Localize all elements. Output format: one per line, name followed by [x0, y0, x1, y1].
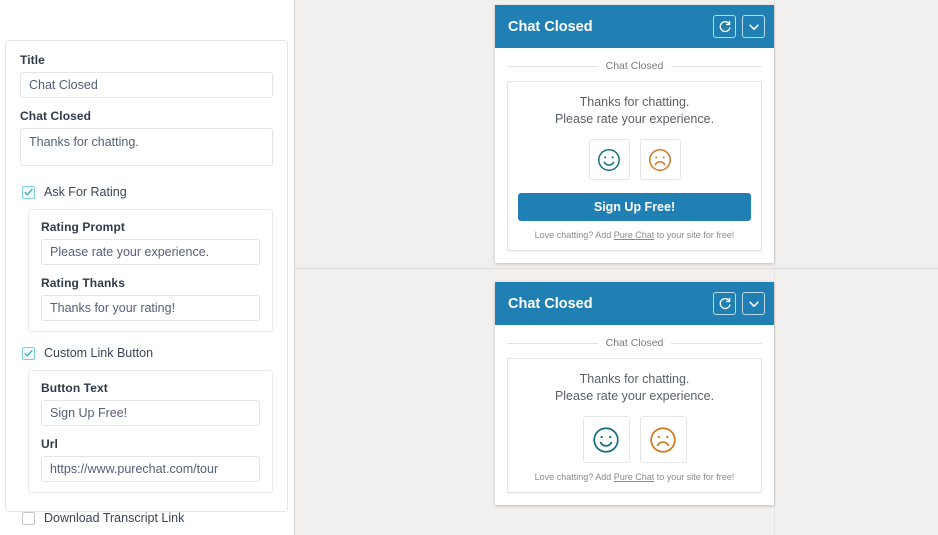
checkbox-checked-icon[interactable] — [22, 346, 35, 360]
ask-for-rating-row[interactable]: Ask For Rating — [22, 185, 273, 199]
preview-row-top-edge — [774, 0, 775, 268]
preview-panel: Chat Closed Chat Closed Thanks for chatt… — [295, 0, 938, 535]
rating-thanks-input[interactable] — [41, 295, 260, 321]
title-field-group: Title — [20, 53, 273, 98]
widget-body: Chat Closed Thanks for chatting. Please … — [495, 325, 774, 505]
widget-title: Chat Closed — [508, 18, 593, 35]
divider-line-left — [507, 65, 598, 67]
download-transcript-label: Download Transcript Link — [44, 511, 185, 525]
message-line-2: Please rate your experience. — [554, 389, 715, 403]
preview-row-top: Chat Closed Chat Closed Thanks for chatt… — [295, 0, 938, 269]
chevron-down-icon[interactable] — [742, 292, 765, 315]
rating-thanks-field-group: Rating Thanks — [41, 276, 260, 321]
divider-line-right — [671, 65, 762, 67]
chat-status-divider: Chat Closed — [507, 60, 762, 72]
rating-thanks-label: Rating Thanks — [41, 276, 125, 290]
preview-row-bottom: Chat Closed Chat Closed Thanks for chatt… — [295, 269, 938, 535]
url-label: Url — [41, 437, 58, 451]
widget-title: Chat Closed — [508, 295, 593, 312]
branding-suffix: to your site for free! — [654, 472, 735, 482]
checkbox-unchecked-icon[interactable] — [22, 511, 35, 525]
branding-footer: Love chatting? Add Pure Chat to your sit… — [518, 230, 751, 241]
divider-line-right — [671, 342, 762, 344]
chat-status-divider: Chat Closed — [507, 337, 762, 349]
preview-row-bottom-edge — [774, 269, 775, 535]
message-line-1: Thanks for chatting. — [579, 372, 690, 386]
custom-link-button-label: Custom Link Button — [44, 346, 154, 360]
message-line-2: Please rate your experience. — [554, 112, 715, 126]
sad-face-icon[interactable] — [639, 416, 687, 463]
rating-prompt-input[interactable] — [41, 239, 260, 265]
button-text-field-group: Button Text — [41, 381, 260, 426]
divider-label-text: Chat Closed — [605, 337, 664, 349]
sign-up-button[interactable]: Sign Up Free! — [518, 193, 751, 221]
divider-label-text: Chat Closed — [605, 60, 664, 72]
pure-chat-link[interactable]: Pure Chat — [614, 472, 655, 482]
rating-prompt-field-group: Rating Prompt — [41, 220, 260, 265]
widget-header: Chat Closed — [495, 5, 774, 48]
download-transcript-row[interactable]: Download Transcript Link — [22, 511, 273, 525]
app-root: Title Chat Closed Ask For Rating Rating … — [0, 0, 938, 535]
widget-body: Chat Closed Thanks for chatting. Please … — [495, 48, 774, 263]
widget-header: Chat Closed — [495, 282, 774, 325]
button-text-input[interactable] — [41, 400, 260, 426]
happy-face-icon[interactable] — [588, 139, 630, 180]
rating-buttons — [518, 416, 751, 463]
branding-suffix: to your site for free! — [654, 230, 735, 240]
rating-prompt-label: Rating Prompt — [41, 220, 125, 234]
refresh-icon[interactable] — [713, 292, 736, 315]
happy-face-icon[interactable] — [582, 416, 630, 463]
divider-line-left — [507, 342, 598, 344]
pure-chat-link[interactable]: Pure Chat — [614, 230, 655, 240]
chat-widget-with-cta: Chat Closed Chat Closed Thanks for chatt… — [495, 5, 774, 263]
message-label: Chat Closed — [20, 109, 92, 123]
message-field-group: Chat Closed — [20, 109, 273, 171]
chevron-down-icon[interactable] — [742, 15, 765, 38]
ask-for-rating-label: Ask For Rating — [44, 185, 127, 199]
button-text-label: Button Text — [41, 381, 108, 395]
url-field-group: Url — [41, 437, 260, 482]
checkbox-checked-icon[interactable] — [22, 185, 35, 199]
branding-footer: Love chatting? Add Pure Chat to your sit… — [518, 472, 751, 483]
rating-settings-group: Rating Prompt Rating Thanks — [28, 209, 273, 332]
refresh-icon[interactable] — [713, 15, 736, 38]
custom-link-settings-group: Button Text Url — [28, 370, 273, 493]
message-textarea[interactable] — [20, 128, 273, 166]
message-line-1: Thanks for chatting. — [579, 95, 690, 109]
branding-prefix: Love chatting? Add — [534, 230, 614, 240]
chat-widget-no-cta: Chat Closed Chat Closed Thanks for chatt… — [495, 282, 774, 505]
settings-card: Title Chat Closed Ask For Rating Rating … — [5, 40, 288, 525]
branding-prefix: Love chatting? Add — [534, 472, 614, 482]
rating-card: Thanks for chatting. Please rate your ex… — [507, 358, 762, 493]
title-label: Title — [20, 53, 45, 67]
settings-panel: Title Chat Closed Ask For Rating Rating … — [0, 0, 295, 535]
custom-link-button-row[interactable]: Custom Link Button — [22, 346, 273, 360]
sad-face-icon[interactable] — [639, 139, 681, 180]
rating-buttons — [518, 139, 751, 180]
title-input[interactable] — [20, 72, 273, 98]
rating-card: Thanks for chatting. Please rate your ex… — [507, 81, 762, 251]
url-input[interactable] — [41, 456, 260, 482]
